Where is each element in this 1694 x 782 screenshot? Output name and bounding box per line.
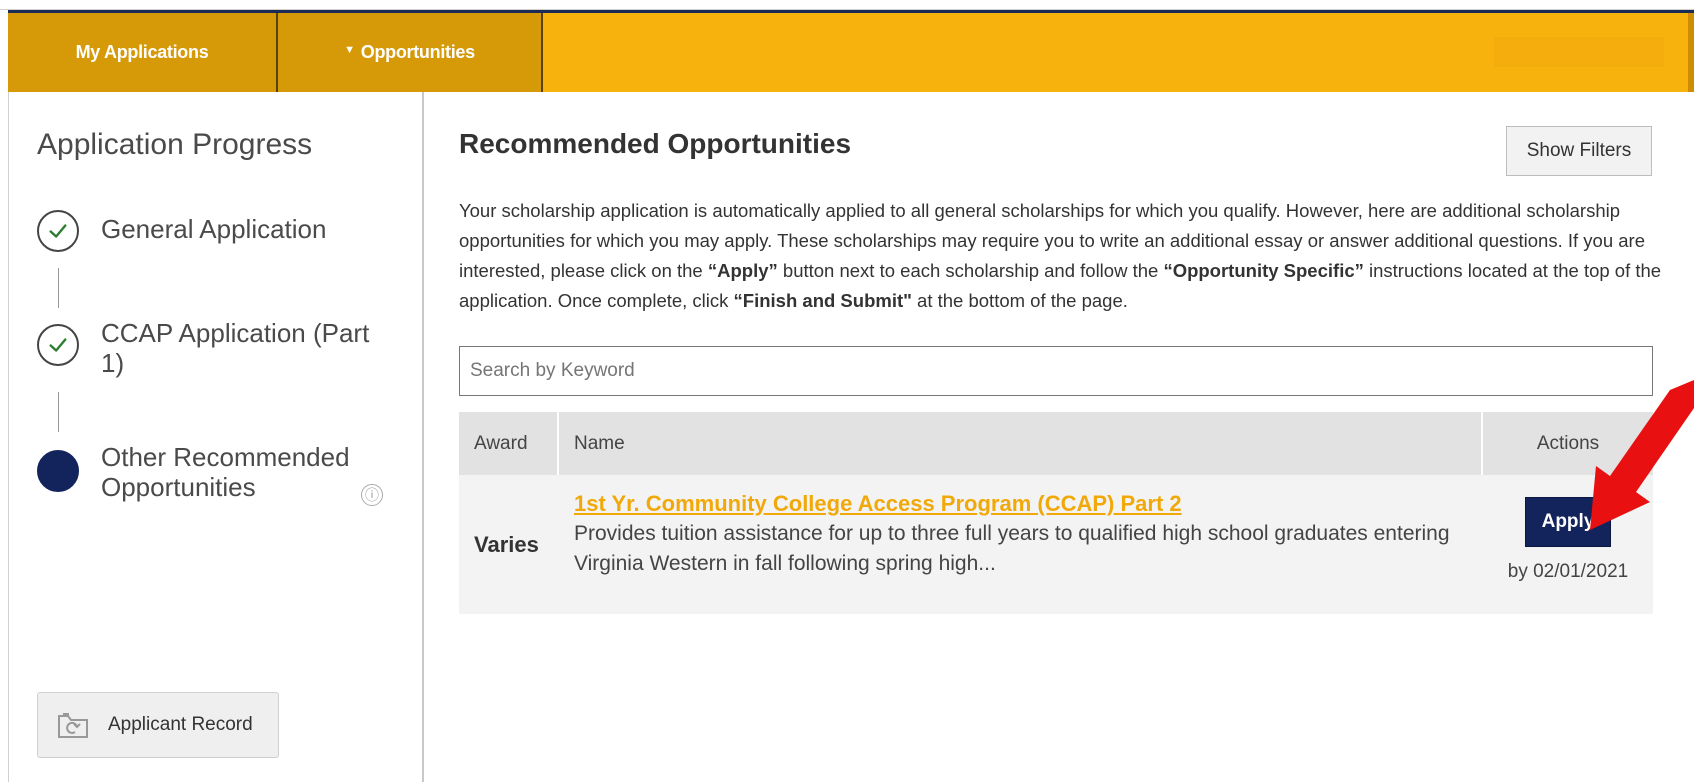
tab-opportunities[interactable]: ▼ Opportunities — [278, 13, 543, 92]
window-top-edge — [0, 0, 1694, 10]
intro-finish-emphasis: “Finish and Submit" — [733, 290, 912, 311]
page-title: Recommended Opportunities — [459, 128, 852, 159]
check-circle-icon — [37, 324, 79, 366]
info-icon[interactable]: ⓘ — [361, 484, 383, 506]
nav-user-area[interactable] — [1494, 37, 1664, 67]
sidebar: Application Progress General Application… — [8, 92, 424, 782]
name-cell: 1st Yr. Community College Access Program… — [559, 475, 1483, 614]
intro-text: button next to each scholarship and foll… — [777, 260, 1164, 281]
intro-paragraph: Your scholarship application is automati… — [459, 196, 1669, 316]
intro-apply-emphasis: “Apply” — [707, 260, 778, 281]
step-label: CCAP Application (Part 1) — [101, 318, 370, 378]
tab-label: My Applications — [75, 42, 209, 62]
nav-edge — [1688, 13, 1694, 92]
search-input[interactable] — [459, 346, 1653, 396]
due-date: by 02/01/2021 — [1507, 561, 1629, 582]
step-connector — [58, 392, 59, 432]
award-cell: Varies — [474, 531, 539, 557]
progress-step-ccap-application[interactable]: CCAP Application (Part 1) — [37, 318, 391, 378]
column-header-name[interactable]: Name — [559, 412, 1483, 475]
sidebar-title: Application Progress — [37, 128, 313, 161]
tab-label: Opportunities — [360, 42, 475, 62]
opportunities-table: Award Name Actions Varies 1st Yr. Commun… — [459, 412, 1653, 614]
table-header: Award Name Actions — [459, 412, 1653, 475]
current-step-dot-icon — [37, 450, 79, 492]
applicant-record-button[interactable]: Applicant Record — [37, 692, 279, 758]
main-content: Recommended Opportunities Show Filters Y… — [426, 92, 1694, 782]
tab-my-applications[interactable]: My Applications — [8, 13, 278, 92]
step-label: Other Recommended Opportunities — [101, 442, 350, 502]
opportunity-link[interactable]: 1st Yr. Community College Access Program… — [574, 489, 1483, 519]
table-row: Varies 1st Yr. Community College Access … — [459, 475, 1653, 614]
progress-step-general-application[interactable]: General Application — [37, 210, 391, 252]
top-navigation: My Applications ▼ Opportunities — [8, 10, 1694, 92]
caret-down-icon: ▼ — [344, 43, 355, 56]
column-header-award[interactable]: Award — [459, 412, 559, 475]
folder-refresh-icon — [58, 713, 88, 738]
progress-step-other-opportunities[interactable]: Other Recommended Opportunities — [37, 442, 391, 502]
show-filters-button[interactable]: Show Filters — [1506, 126, 1652, 176]
check-circle-icon — [37, 210, 79, 252]
intro-specific-emphasis: “Opportunity Specific” — [1163, 260, 1364, 281]
opportunity-description: Provides tuition assistance for up to th… — [574, 522, 1450, 575]
intro-text: at the bottom of the page. — [911, 290, 1128, 311]
step-connector — [58, 268, 59, 308]
step-label: General Application — [101, 214, 327, 244]
red-arrow-annotation-icon — [1590, 380, 1694, 530]
applicant-record-label: Applicant Record — [108, 714, 253, 735]
